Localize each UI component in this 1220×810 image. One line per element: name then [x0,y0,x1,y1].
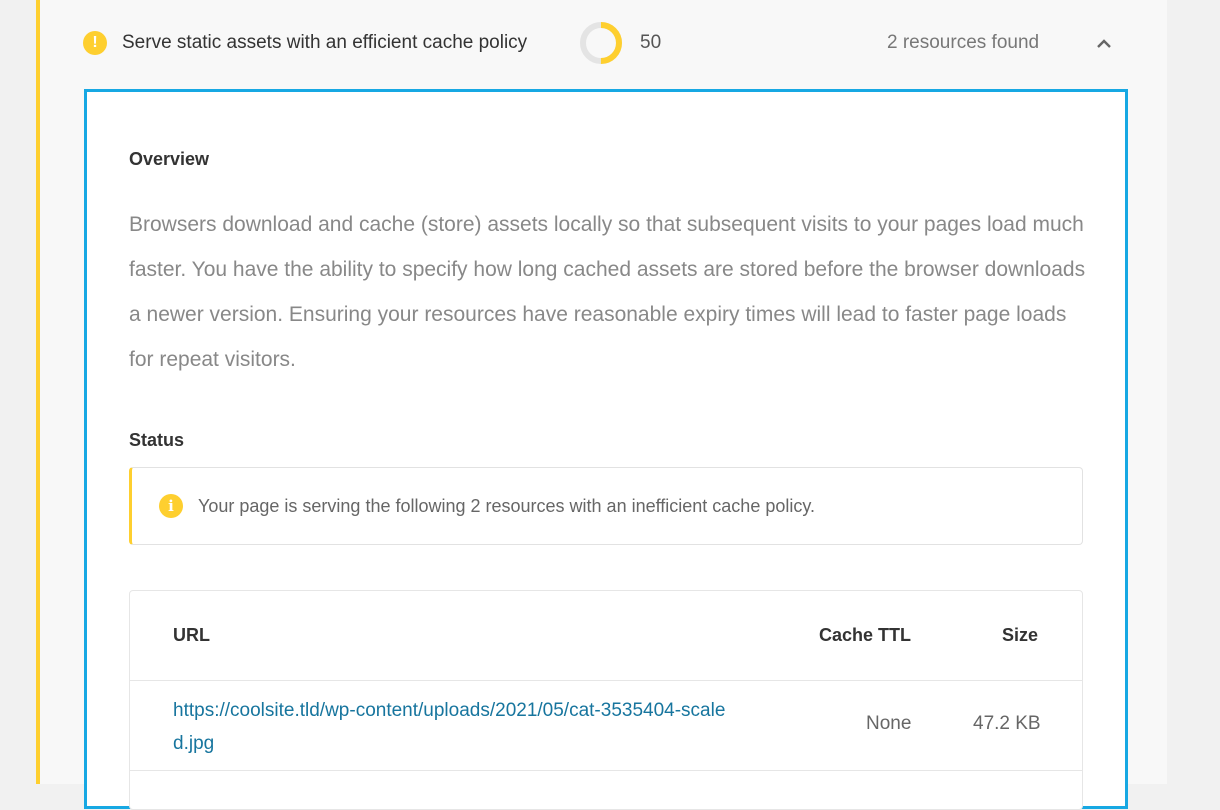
status-heading: Status [129,430,185,450]
info-icon: i [159,494,183,518]
overview-text: Browsers download and cache (store) asse… [129,213,1086,371]
audit-panel: ! Serve static assets with an efficient … [36,0,1167,810]
status-notice: i Your page is serving the following 2 r… [129,467,1083,545]
resources-table: URL Cache TTL Size https://coolsite.tld/… [129,590,1083,810]
audit-title: Serve static assets with an efficient ca… [122,32,528,53]
audit-header[interactable]: ! Serve static assets with an efficient … [40,0,1167,86]
chevron-up-icon[interactable] [1092,32,1116,54]
size-column-header: Size [1002,625,1039,645]
score-value: 50 [640,32,662,53]
row-divider [130,770,1082,771]
url-column-header: URL [173,625,210,645]
header-divider [130,680,1082,681]
cache-ttl-column-header: Cache TTL [819,625,912,645]
size-value: 47.2 KB [973,713,1041,734]
cache-ttl-value: None [866,713,912,734]
overview-heading: Overview [129,149,210,169]
audit-details: Overview Browsers download and cache (st… [84,89,1128,810]
score-ring-icon [580,22,622,64]
resources-found: 2 resources found [887,32,1040,53]
notice-text: Your page is serving the following 2 res… [198,496,816,516]
warning-icon: ! [83,31,107,55]
resource-url-link[interactable]: https://coolsite.tld/wp-content/uploads/… [173,694,733,760]
